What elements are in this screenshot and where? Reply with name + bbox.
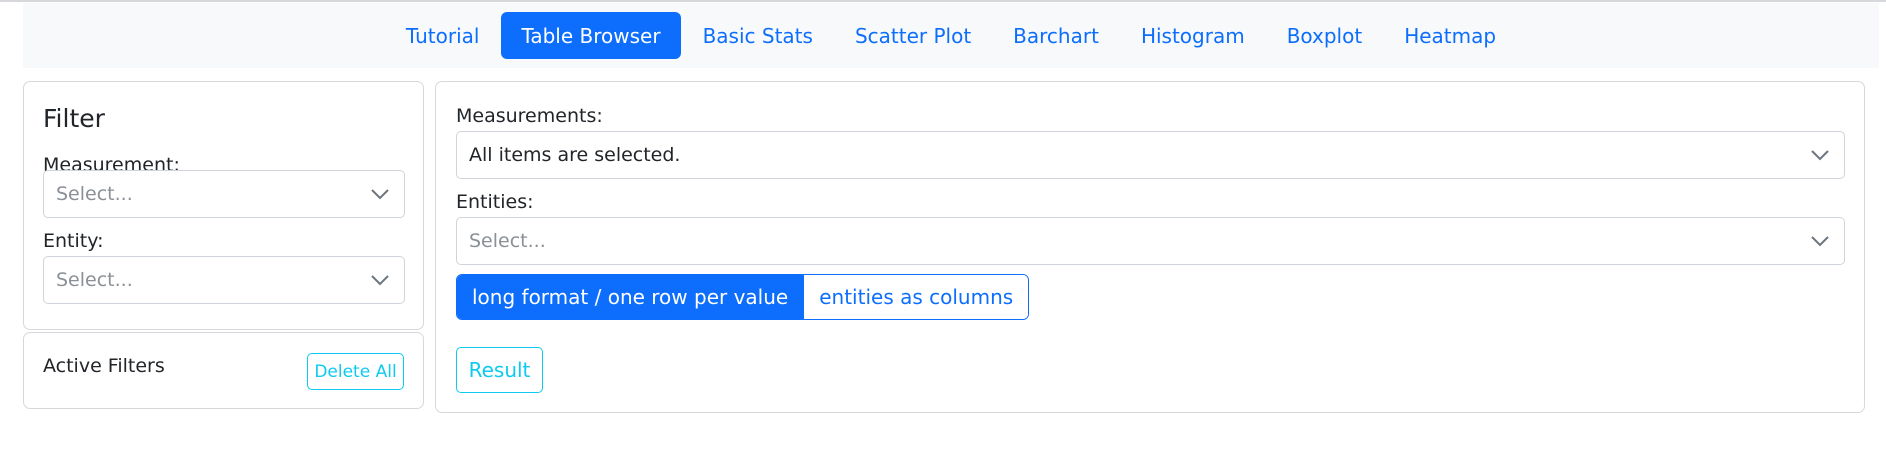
tab-boxplot[interactable]: Boxplot bbox=[1267, 12, 1383, 59]
top-border bbox=[0, 0, 1886, 2]
result-button[interactable]: Result bbox=[456, 347, 543, 393]
chevron-down-icon bbox=[371, 275, 389, 286]
chevron-down-icon bbox=[1811, 150, 1829, 161]
tab-basic-stats[interactable]: Basic Stats bbox=[683, 12, 833, 59]
long-format-option[interactable]: long format / one row per value bbox=[457, 275, 804, 319]
active-filters-title: Active Filters bbox=[43, 355, 165, 377]
entities-select-placeholder: Select... bbox=[469, 230, 546, 252]
entities-as-columns-option[interactable]: entities as columns bbox=[803, 275, 1029, 319]
tab-histogram[interactable]: Histogram bbox=[1121, 12, 1265, 59]
measurements-select-value: All items are selected. bbox=[469, 144, 681, 166]
entity-label: Entity: bbox=[43, 230, 104, 252]
tab-heatmap[interactable]: Heatmap bbox=[1384, 12, 1516, 59]
filter-card: Filter Measurement: Select... Entity: Se… bbox=[23, 81, 424, 330]
tab-table-browser[interactable]: Table Browser bbox=[501, 12, 681, 59]
measurement-select-placeholder: Select... bbox=[56, 183, 133, 205]
table-browser-card: Measurements: All items are selected. En… bbox=[435, 81, 1865, 413]
delete-all-button[interactable]: Delete All bbox=[307, 353, 404, 390]
chevron-down-icon bbox=[1811, 236, 1829, 247]
format-toggle-group: long format / one row per value entities… bbox=[456, 274, 1030, 320]
tab-barchart[interactable]: Barchart bbox=[993, 12, 1119, 59]
chevron-down-icon bbox=[371, 189, 389, 200]
tab-scatter-plot[interactable]: Scatter Plot bbox=[835, 12, 991, 59]
entities-label: Entities: bbox=[456, 191, 534, 213]
measurements-label: Measurements: bbox=[456, 105, 603, 127]
active-filters-card: Active Filters Delete All bbox=[23, 332, 424, 409]
measurement-select[interactable]: Select... bbox=[43, 170, 405, 218]
measurements-select[interactable]: All items are selected. bbox=[456, 131, 1845, 179]
main-nav: Tutorial Table Browser Basic Stats Scatt… bbox=[23, 3, 1879, 68]
entity-select-placeholder: Select... bbox=[56, 269, 133, 291]
filter-title: Filter bbox=[43, 104, 105, 133]
entity-select[interactable]: Select... bbox=[43, 256, 405, 304]
tab-tutorial[interactable]: Tutorial bbox=[386, 12, 500, 59]
entities-select[interactable]: Select... bbox=[456, 217, 1845, 265]
